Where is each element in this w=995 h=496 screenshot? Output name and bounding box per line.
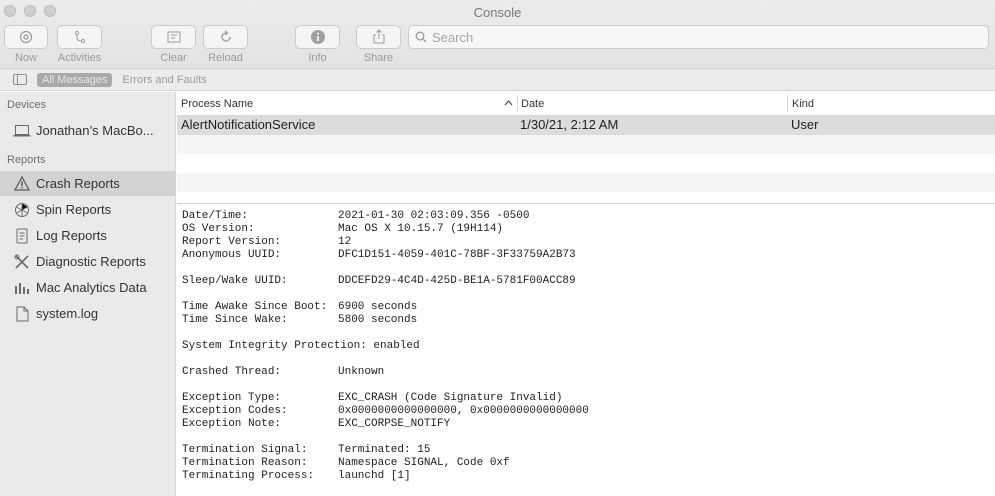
- warning-icon: [13, 175, 31, 193]
- column-header-kind[interactable]: Kind: [792, 92, 814, 115]
- detail-key: OS Version:: [182, 223, 255, 235]
- clear-button[interactable]: Clear: [151, 25, 196, 64]
- detail-key: Time Since Wake:: [182, 314, 288, 326]
- reload-icon: [220, 30, 231, 42]
- detail-value: DDCEFD29-4C4D-425D-BE1A-5781F00ACC89: [338, 275, 576, 287]
- detail-key: Date/Time:: [182, 210, 249, 222]
- sort-ascending-icon[interactable]: [504, 100, 513, 106]
- detail-key: Crashed Thread:: [182, 366, 282, 378]
- column-header-date[interactable]: Date: [521, 92, 544, 115]
- sidebar-item-device[interactable]: Jonathan’s MacBo...: [0, 118, 175, 143]
- process-name-cell: AlertNotificationService: [181, 117, 316, 132]
- log-icon: [13, 227, 31, 245]
- detail-value: DFC1D151-4059-401C-78BF-3F33759A2B73: [338, 249, 576, 261]
- sidebar-item-label: Spin Reports: [36, 202, 112, 217]
- table-header: Process Name Date Kind: [177, 92, 995, 116]
- sidebar-item-crash-reports[interactable]: Crash Reports: [0, 171, 175, 196]
- detail-value: Terminated: 15: [338, 444, 431, 456]
- laptop-icon: [13, 122, 31, 140]
- info-button[interactable]: Info: [295, 25, 340, 64]
- sidebar-item-diagnostic-reports[interactable]: Diagnostic Reports: [0, 249, 175, 274]
- share-label: Share: [363, 52, 394, 64]
- detail-key: Termination Reason:: [182, 457, 308, 469]
- search-input[interactable]: [432, 29, 972, 45]
- tools-icon: [13, 253, 31, 271]
- detail-value: 6900 seconds: [338, 301, 418, 313]
- detail-key: Time Awake Since Boot:: [182, 301, 328, 313]
- reload-button[interactable]: Reload: [203, 25, 248, 64]
- activities-button[interactable]: Activities: [57, 25, 102, 64]
- reload-label: Reload: [208, 52, 243, 64]
- share-button[interactable]: Share: [356, 25, 401, 64]
- filter-bar: All Messages Errors and Faults: [0, 69, 995, 91]
- detail-value: 2021-01-30 02:03:09.356 -0500: [338, 210, 530, 222]
- now-icon: [19, 30, 33, 44]
- sidebar-item-label: Jonathan’s MacBo...: [36, 123, 154, 138]
- now-button[interactable]: Now: [4, 25, 48, 64]
- table-row-empty: [177, 135, 995, 154]
- toolbar: Console Now Activities Clear Reload Info: [0, 0, 995, 69]
- detail-value: 0x0000000000000000, 0x0000000000000000: [338, 405, 589, 417]
- detail-key: Exception Codes:: [182, 405, 288, 417]
- sidebar-item-log-reports[interactable]: Log Reports: [0, 223, 175, 248]
- sidebar: Devices Jonathan’s MacBo... Reports Cras…: [0, 92, 176, 496]
- errors-and-faults-filter[interactable]: Errors and Faults: [122, 74, 206, 86]
- info-icon: [310, 30, 325, 44]
- sidebar-item-system-log[interactable]: system.log: [0, 301, 175, 326]
- table-row[interactable]: AlertNotificationService 1/30/21, 2:12 A…: [177, 116, 995, 135]
- devices-header: Devices: [7, 99, 47, 111]
- all-messages-filter[interactable]: All Messages: [37, 72, 113, 87]
- bar-chart-icon: [13, 279, 31, 297]
- spin-icon: [13, 201, 31, 219]
- date-cell: 1/30/21, 2:12 AM: [520, 117, 619, 132]
- detail-line: System Integrity Protection: enabled: [182, 340, 420, 352]
- detail-key: Exception Type:: [182, 392, 282, 404]
- detail-value: 12: [338, 236, 352, 248]
- detail-key: Termination Signal:: [182, 444, 308, 456]
- search-field[interactable]: [408, 25, 989, 49]
- detail-key: Terminating Process:: [182, 470, 315, 482]
- detail-value: EXC_CORPSE_NOTIFY: [338, 418, 451, 430]
- table-row-empty: [177, 154, 995, 173]
- sidebar-toggle-icon[interactable]: [13, 74, 27, 85]
- clear-label: Clear: [160, 52, 187, 64]
- reports-table: Process Name Date Kind AlertNotification…: [177, 92, 995, 203]
- kind-cell: User: [791, 117, 819, 132]
- detail-value: Namespace SIGNAL, Code 0xf: [338, 457, 510, 469]
- sidebar-item-label: Mac Analytics Data: [36, 280, 147, 295]
- column-header-process-name[interactable]: Process Name: [181, 92, 253, 115]
- document-icon: [13, 305, 31, 323]
- sidebar-item-label: system.log: [36, 306, 99, 321]
- report-details: Date/Time: 2021-01-30 02:03:09.356 -0500 …: [177, 205, 995, 496]
- sidebar-item-spin-reports[interactable]: Spin Reports: [0, 197, 175, 222]
- sidebar-item-label: Diagnostic Reports: [36, 254, 146, 269]
- clear-icon: [167, 31, 180, 43]
- reports-header: Reports: [7, 154, 46, 166]
- sidebar-item-label: Crash Reports: [36, 176, 120, 191]
- detail-key: Report Version:: [182, 236, 282, 248]
- table-row-empty: [177, 173, 995, 192]
- detail-key: Sleep/Wake UUID:: [182, 275, 288, 287]
- share-icon: [373, 29, 384, 44]
- info-label: Info: [308, 52, 327, 64]
- search-icon: [415, 31, 427, 43]
- detail-key: Exception Note:: [182, 418, 282, 430]
- detail-value: EXC_CRASH (Code Signature Invalid): [338, 392, 563, 404]
- detail-value: Unknown: [338, 366, 385, 378]
- detail-value: launchd [1]: [338, 470, 411, 482]
- detail-value: 5800 seconds: [338, 314, 418, 326]
- sidebar-item-label: Log Reports: [36, 228, 107, 243]
- split-divider[interactable]: [177, 203, 995, 204]
- window-title: Console: [473, 5, 522, 20]
- detail-value: Mac OS X 10.15.7 (19H114): [338, 223, 504, 235]
- activities-label: Activities: [57, 52, 102, 64]
- activities-icon: [74, 30, 85, 44]
- now-label: Now: [14, 52, 37, 64]
- sidebar-item-mac-analytics-data[interactable]: Mac Analytics Data: [0, 275, 175, 300]
- detail-key: Anonymous UUID:: [182, 249, 282, 261]
